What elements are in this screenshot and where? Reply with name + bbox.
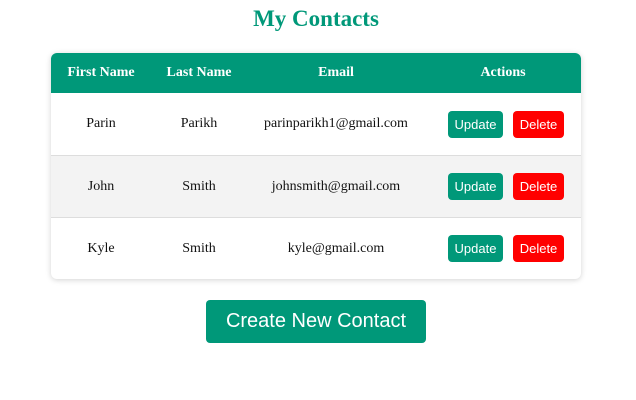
contacts-table-card: First Name Last Name Email Actions Parin… bbox=[51, 53, 581, 279]
cell-actions: Update Delete bbox=[425, 217, 581, 279]
table-row: Kyle Smith kyle@gmail.com Update Delete bbox=[51, 217, 581, 279]
page-title: My Contacts bbox=[253, 6, 379, 31]
header-row: First Name Last Name Email Actions bbox=[51, 53, 581, 93]
header-first-name: First Name bbox=[51, 53, 151, 93]
row-actions: Update Delete bbox=[425, 110, 581, 138]
delete-button[interactable]: Delete bbox=[513, 235, 564, 262]
cell-actions: Update Delete bbox=[425, 155, 581, 218]
cell-last-name: Smith bbox=[151, 217, 247, 279]
cell-email: johnsmith@gmail.com bbox=[247, 155, 425, 218]
table-body: Parin Parikh parinparikh1@gmail.com Upda… bbox=[51, 93, 581, 279]
header-last-name: Last Name bbox=[151, 53, 247, 93]
cell-first-name: Parin bbox=[86, 116, 116, 131]
create-new-contact-button[interactable]: Create New Contact bbox=[206, 300, 426, 343]
table-row: Parin Parikh parinparikh1@gmail.com Upda… bbox=[51, 93, 581, 156]
row-actions: Update Delete bbox=[425, 173, 581, 200]
contacts-table: First Name Last Name Email Actions Parin… bbox=[51, 53, 581, 279]
table-row: John Smith johnsmith@gmail.com Update De… bbox=[51, 155, 581, 218]
cell-first-name: Kyle bbox=[51, 217, 151, 279]
row-actions: Update Delete bbox=[425, 235, 581, 262]
header-email: Email bbox=[247, 53, 425, 93]
header-actions: Actions bbox=[425, 53, 581, 93]
delete-button[interactable]: Delete bbox=[513, 110, 564, 138]
update-button[interactable]: Update bbox=[448, 173, 503, 200]
cell-first-name: John bbox=[51, 155, 151, 218]
update-button[interactable]: Update bbox=[448, 235, 503, 262]
cell-actions: Update Delete bbox=[425, 93, 581, 156]
cell-last-name: Parikh bbox=[180, 116, 218, 131]
delete-button[interactable]: Delete bbox=[513, 173, 564, 200]
cell-email: parinparikh1@gmail.com bbox=[264, 116, 408, 131]
cell-last-name: Smith bbox=[151, 155, 247, 218]
table-header: First Name Last Name Email Actions bbox=[51, 53, 581, 93]
update-button[interactable]: Update bbox=[448, 110, 503, 138]
cell-email: kyle@gmail.com bbox=[247, 217, 425, 279]
